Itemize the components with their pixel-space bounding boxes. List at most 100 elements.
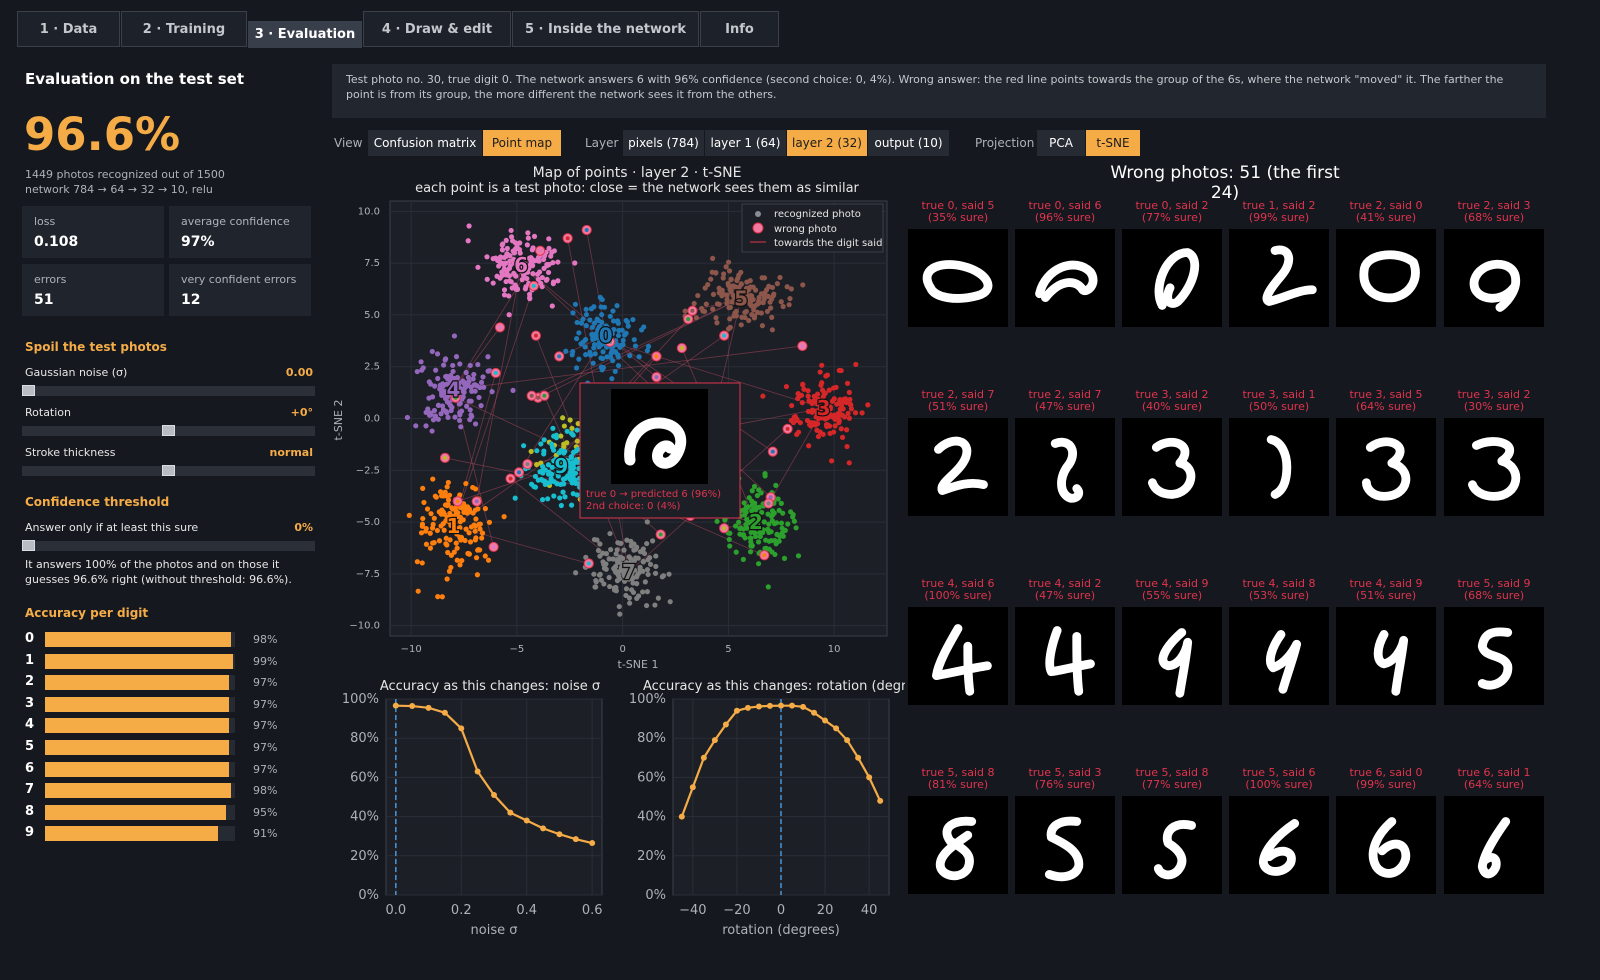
wrong-photo-image[interactable] xyxy=(1015,229,1115,327)
threshold-slider[interactable] xyxy=(22,540,315,551)
wrong-photo-card[interactable]: true 5, said 8 (77% sure) xyxy=(1122,767,1222,894)
wrong-photo-image[interactable] xyxy=(1229,229,1329,327)
wrong-photo-image[interactable] xyxy=(1229,418,1329,516)
wrong-photo-card[interactable]: true 5, said 6 (100% sure) xyxy=(1229,767,1329,894)
projection-tsne[interactable]: t-SNE xyxy=(1086,130,1140,156)
wrong-photo-card[interactable]: true 4, said 9 (55% sure) xyxy=(1122,578,1222,705)
data-point xyxy=(456,417,463,424)
data-point xyxy=(691,300,697,307)
wrong-photo-image[interactable] xyxy=(1444,418,1544,516)
rotation-slider[interactable] xyxy=(22,425,315,436)
wrong-photo-image[interactable] xyxy=(1444,796,1544,894)
wrong-photo-card[interactable]: true 2, said 3 (68% sure) xyxy=(1444,200,1544,327)
stroke-slider[interactable] xyxy=(22,465,315,476)
projection-pca[interactable]: PCA xyxy=(1037,130,1085,156)
wrong-photo-card[interactable]: true 1, said 2 (99% sure) xyxy=(1229,200,1329,327)
wrong-photo-image[interactable] xyxy=(1444,607,1544,705)
tab-training[interactable]: 2 · Training xyxy=(121,11,247,47)
wrong-photo-card[interactable]: true 3, said 5 (64% sure) xyxy=(1336,389,1436,516)
point-map-chart[interactable]: Map of points · layer 2 · t-SNE each poi… xyxy=(330,160,902,675)
data-point xyxy=(716,285,722,291)
wrong-photo-image[interactable] xyxy=(908,418,1008,516)
wrong-photo-image[interactable] xyxy=(1444,229,1544,327)
wrong-photo-image[interactable] xyxy=(1122,796,1222,894)
wrong-photo-image[interactable] xyxy=(1122,607,1222,705)
data-point xyxy=(592,335,599,341)
wrong-photo-card[interactable]: true 0, said 2 (77% sure) xyxy=(1122,200,1222,327)
wrong-photo-card[interactable]: true 2, said 0 (41% sure) xyxy=(1336,200,1436,327)
y-tick-label: 80% xyxy=(637,731,666,746)
wrong-photo-card[interactable]: true 2, said 7 (51% sure) xyxy=(908,389,1008,516)
wrong-photo-card[interactable]: true 6, said 0 (99% sure) xyxy=(1336,767,1436,894)
data-point xyxy=(751,307,757,313)
wrong-photo-image[interactable] xyxy=(1336,418,1436,516)
wrong-photo-image[interactable] xyxy=(1015,418,1115,516)
wrong-photo-image[interactable] xyxy=(1122,418,1222,516)
noise-slider[interactable] xyxy=(22,385,315,396)
layer-pixels[interactable]: pixels (784) xyxy=(623,130,704,156)
wrong-photo-image[interactable] xyxy=(908,229,1008,327)
data-point xyxy=(546,236,552,242)
data-point xyxy=(749,488,755,494)
data-point xyxy=(781,555,788,561)
wrong-photo-image[interactable] xyxy=(1229,796,1329,894)
data-point xyxy=(514,286,520,292)
wrong-photo-card[interactable]: true 5, said 3 (76% sure) xyxy=(1015,767,1115,894)
wrong-photo-card[interactable]: true 5, said 9 (68% sure) xyxy=(1444,578,1544,705)
slider-thumb[interactable] xyxy=(162,465,175,476)
wrong-photo-image[interactable] xyxy=(908,796,1008,894)
tab-inside-network[interactable]: 5 · Inside the network xyxy=(512,11,699,47)
accuracy-bar xyxy=(45,718,230,734)
data-point xyxy=(431,515,437,521)
data-point xyxy=(543,277,549,283)
tab-evaluation[interactable]: 3 · Evaluation xyxy=(248,21,362,48)
data-point xyxy=(478,403,484,409)
wrong-photo-card[interactable]: true 6, said 1 (64% sure) xyxy=(1444,767,1544,894)
data-point xyxy=(644,347,650,354)
wrong-photo-image[interactable] xyxy=(1229,607,1329,705)
view-point-map[interactable]: Point map xyxy=(483,130,561,156)
wrong-photo-card[interactable]: true 0, said 6 (96% sure) xyxy=(1015,200,1115,327)
wrong-photo-image[interactable] xyxy=(908,607,1008,705)
tab-info[interactable]: Info xyxy=(700,11,779,47)
layer-2[interactable]: layer 2 (32) xyxy=(787,130,867,156)
wrong-photo-image[interactable] xyxy=(1122,229,1222,327)
slider-thumb[interactable] xyxy=(162,425,175,436)
data-point xyxy=(735,275,741,281)
wrong-photo-image[interactable] xyxy=(1336,229,1436,327)
data-point xyxy=(545,496,551,502)
wrong-photo-card[interactable]: true 0, said 5 (35% sure) xyxy=(908,200,1008,327)
data-point xyxy=(434,527,441,534)
slider-thumb[interactable] xyxy=(22,540,35,551)
data-point xyxy=(833,725,840,732)
data-point xyxy=(567,417,573,423)
data-point xyxy=(506,312,512,318)
wrong-photo-image[interactable] xyxy=(1336,796,1436,894)
data-point xyxy=(420,515,426,522)
wrong-photo-confidence: (99% sure) xyxy=(1355,778,1417,791)
layer-output[interactable]: output (10) xyxy=(868,130,949,156)
wrong-photo-card[interactable]: true 4, said 6 (100% sure) xyxy=(908,578,1008,705)
data-point xyxy=(787,295,793,302)
layer-1[interactable]: layer 1 (64) xyxy=(705,130,786,156)
data-point xyxy=(418,359,424,365)
view-confusion-matrix[interactable]: Confusion matrix xyxy=(368,130,482,156)
wrong-photo-card[interactable]: true 3, said 2 (40% sure) xyxy=(1122,389,1222,516)
slider-thumb[interactable] xyxy=(22,385,35,396)
wrong-photo-card[interactable]: true 4, said 9 (51% sure) xyxy=(1336,578,1436,705)
wrong-photo-image[interactable] xyxy=(1015,607,1115,705)
tab-data[interactable]: 1 · Data xyxy=(17,11,120,47)
wrong-photo-image[interactable] xyxy=(1336,607,1436,705)
wrong-photo-card[interactable]: true 4, said 2 (47% sure) xyxy=(1015,578,1115,705)
data-point xyxy=(627,600,633,606)
wrong-photo-card[interactable]: true 2, said 7 (47% sure) xyxy=(1015,389,1115,516)
data-point xyxy=(440,521,446,527)
wrong-photo-card[interactable]: true 3, said 2 (30% sure) xyxy=(1444,389,1544,516)
tab-draw-edit[interactable]: 4 · Draw & edit xyxy=(363,11,511,47)
data-point xyxy=(458,424,464,430)
wrong-photo-image[interactable] xyxy=(1015,796,1115,894)
data-point xyxy=(836,419,842,426)
wrong-photo-card[interactable]: true 5, said 8 (81% sure) xyxy=(908,767,1008,894)
wrong-photo-card[interactable]: true 3, said 1 (50% sure) xyxy=(1229,389,1329,516)
wrong-photo-card[interactable]: true 4, said 8 (53% sure) xyxy=(1229,578,1329,705)
